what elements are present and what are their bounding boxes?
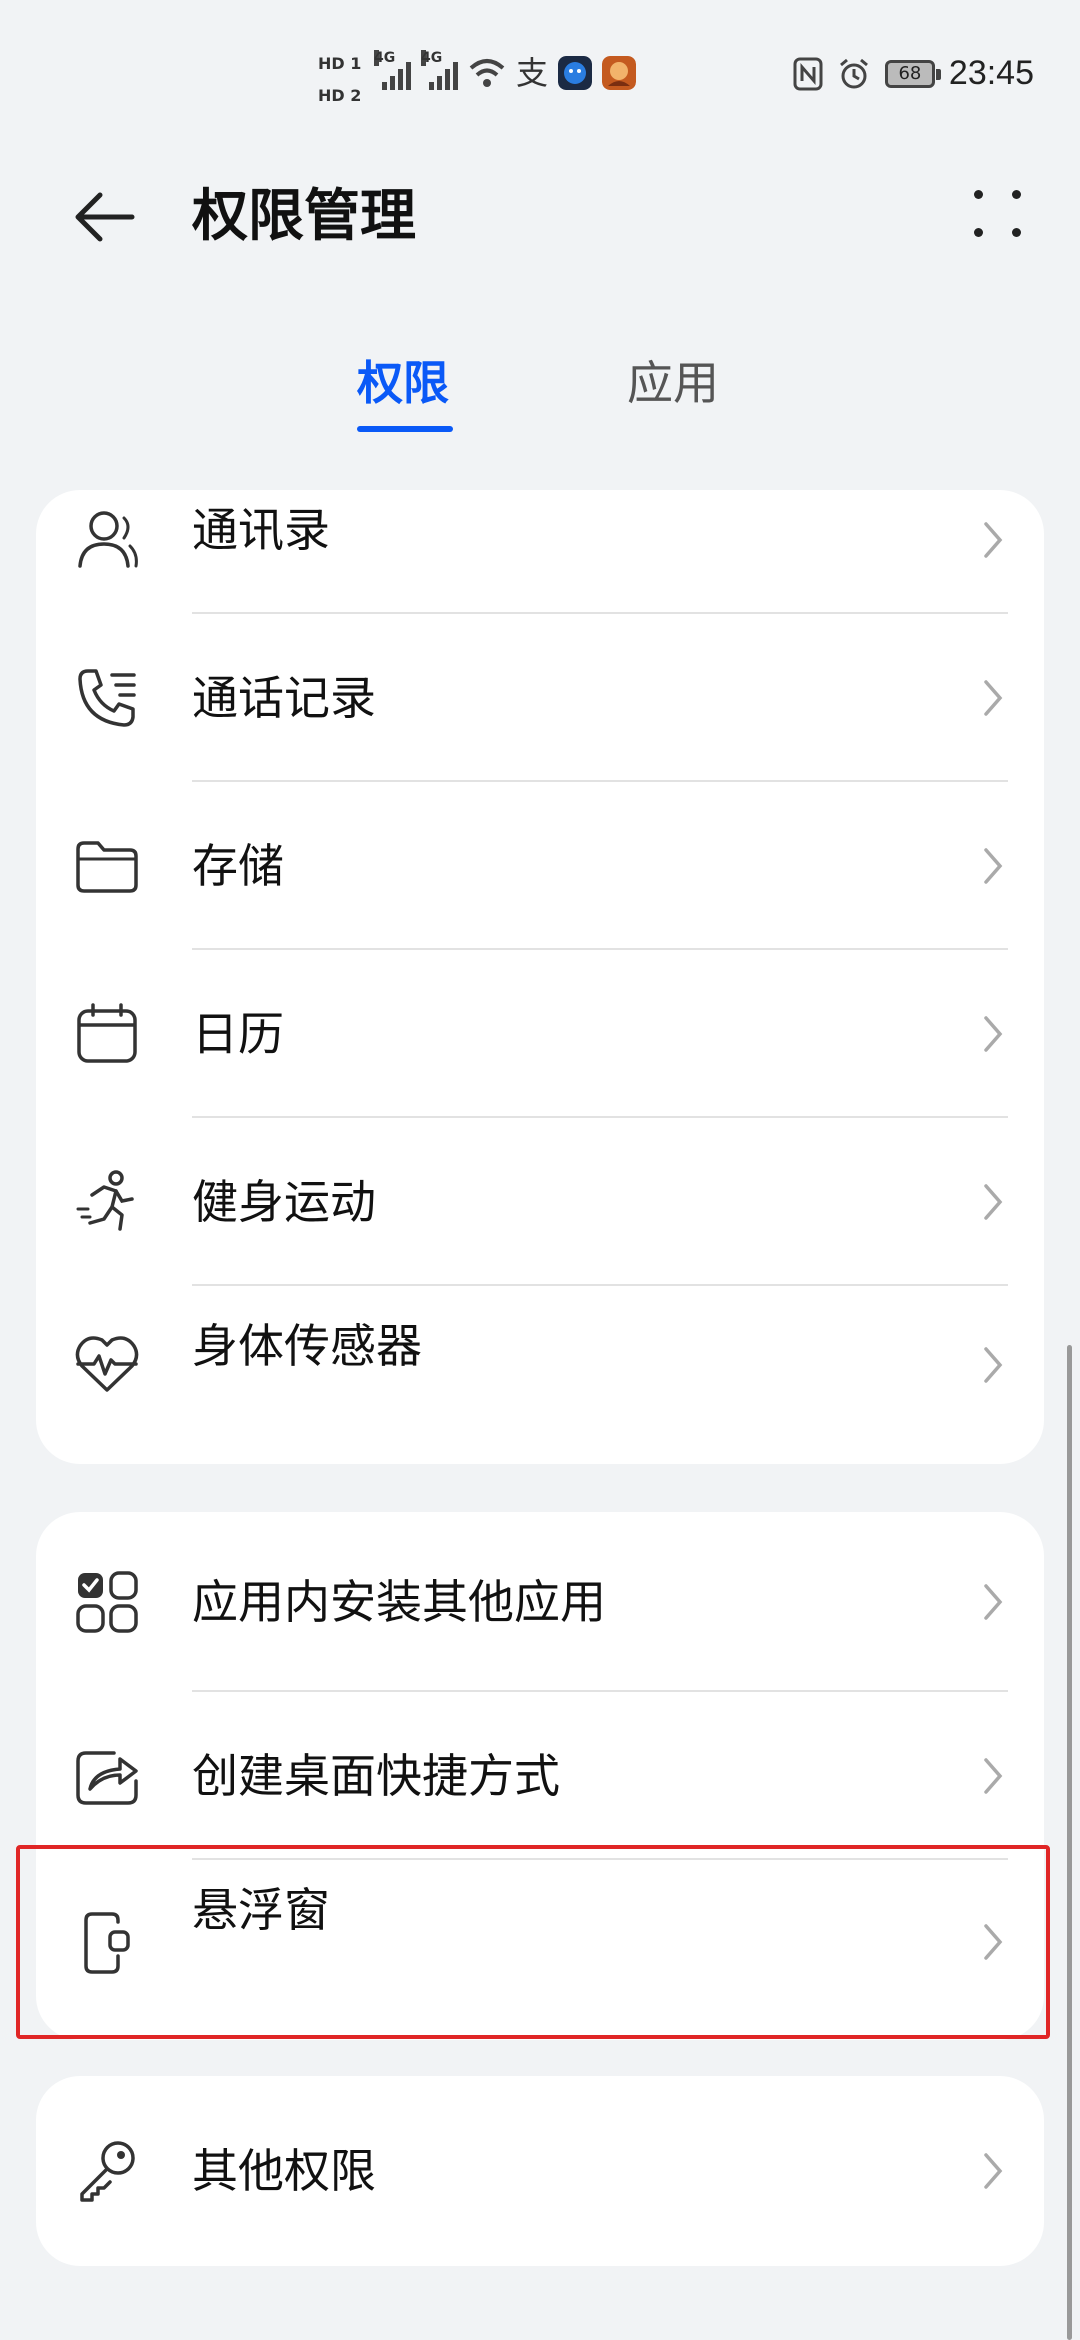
page-title: 权限管理	[192, 184, 416, 249]
more-options-icon[interactable]	[968, 184, 1028, 244]
list-item-calendar[interactable]: 日历	[36, 950, 1044, 1118]
tab-permissions[interactable]: 权限	[357, 350, 449, 416]
game-notification-icon	[602, 56, 637, 90]
list-item-label: 身体传感器	[192, 1319, 422, 1373]
tab-apps[interactable]: 应用	[627, 350, 719, 416]
permission-group-3: 其他权限	[36, 2076, 1044, 2266]
tab-bar: 权限 应用	[0, 350, 1080, 440]
list-item-label: 日历	[192, 1007, 284, 1061]
chevron-right-icon	[984, 1016, 1003, 1052]
permission-group-1: 通讯录 通话记录 存储 日历 健身运动 身体传感器	[36, 490, 1044, 1464]
list-item-label: 悬浮窗	[192, 1883, 330, 1937]
chevron-right-icon	[984, 2153, 1003, 2189]
status-time: 23:45	[948, 54, 1034, 92]
hd2-label: HD 2	[318, 86, 362, 105]
back-arrow-icon[interactable]	[70, 182, 140, 252]
list-item-contacts[interactable]: 通讯录	[36, 490, 1044, 614]
app-notification-icon	[558, 56, 593, 90]
floating-window-icon	[84, 1912, 130, 1974]
chevron-right-icon	[984, 1924, 1003, 1960]
call-log-icon	[78, 669, 136, 727]
hd-indicators: HD 1 HD 2	[318, 48, 361, 112]
status-bar: HD 1 HD 2 4G 4G 支 68 23:45	[0, 0, 1080, 130]
tab-indicator	[357, 426, 453, 432]
key-icon	[80, 2141, 135, 2202]
chevron-right-icon	[984, 848, 1003, 884]
list-item-body-sensors[interactable]: 身体传感器	[36, 1286, 1044, 1464]
chevron-right-icon	[984, 1347, 1003, 1383]
list-item-install-apps[interactable]: 应用内安装其他应用	[36, 1512, 1044, 1692]
contacts-icon	[78, 511, 138, 568]
nfc-icon	[793, 57, 823, 90]
app-header: 权限管理	[0, 150, 1080, 280]
list-item-storage[interactable]: 存储	[36, 782, 1044, 950]
folder-icon	[76, 841, 138, 893]
list-item-label: 其他权限	[192, 2144, 376, 2198]
list-item-label: 应用内安装其他应用	[192, 1575, 606, 1629]
list-item-label: 通话记录	[192, 671, 376, 725]
wifi-icon	[469, 59, 505, 87]
signal-icon: 4G	[374, 50, 411, 90]
list-item-create-shortcut[interactable]: 创建桌面快捷方式	[36, 1692, 1044, 1860]
chevron-right-icon	[984, 680, 1003, 716]
alipay-icon: 支	[516, 54, 549, 92]
list-item-other-permissions[interactable]: 其他权限	[36, 2076, 1044, 2266]
chevron-right-icon	[984, 1184, 1003, 1220]
list-item-floating-window[interactable]: 悬浮窗	[36, 1860, 1044, 2040]
hd1-label: HD 1	[318, 54, 362, 73]
list-item-call-log[interactable]: 通话记录	[36, 614, 1044, 782]
shortcut-icon	[76, 1751, 138, 1805]
calendar-icon	[77, 1003, 137, 1063]
battery-icon: 68	[884, 59, 941, 88]
list-item-label: 创建桌面快捷方式	[192, 1749, 560, 1803]
list-item-label: 健身运动	[192, 1175, 376, 1229]
chevron-right-icon	[984, 522, 1003, 558]
list-item-fitness[interactable]: 健身运动	[36, 1118, 1044, 1286]
alarm-icon	[839, 58, 868, 88]
list-item-label: 通讯录	[192, 503, 330, 557]
scrollbar[interactable]	[1067, 1345, 1072, 2340]
chevron-right-icon	[984, 1584, 1003, 1620]
permission-group-2: 应用内安装其他应用 创建桌面快捷方式 悬浮窗	[36, 1512, 1044, 2040]
list-item-label: 存储	[192, 839, 284, 893]
app-install-icon	[76, 1571, 138, 1633]
chevron-right-icon	[984, 1758, 1003, 1794]
running-icon	[76, 1170, 134, 1231]
signal-icon: 4G	[421, 50, 458, 90]
heart-rate-icon	[75, 1336, 139, 1392]
